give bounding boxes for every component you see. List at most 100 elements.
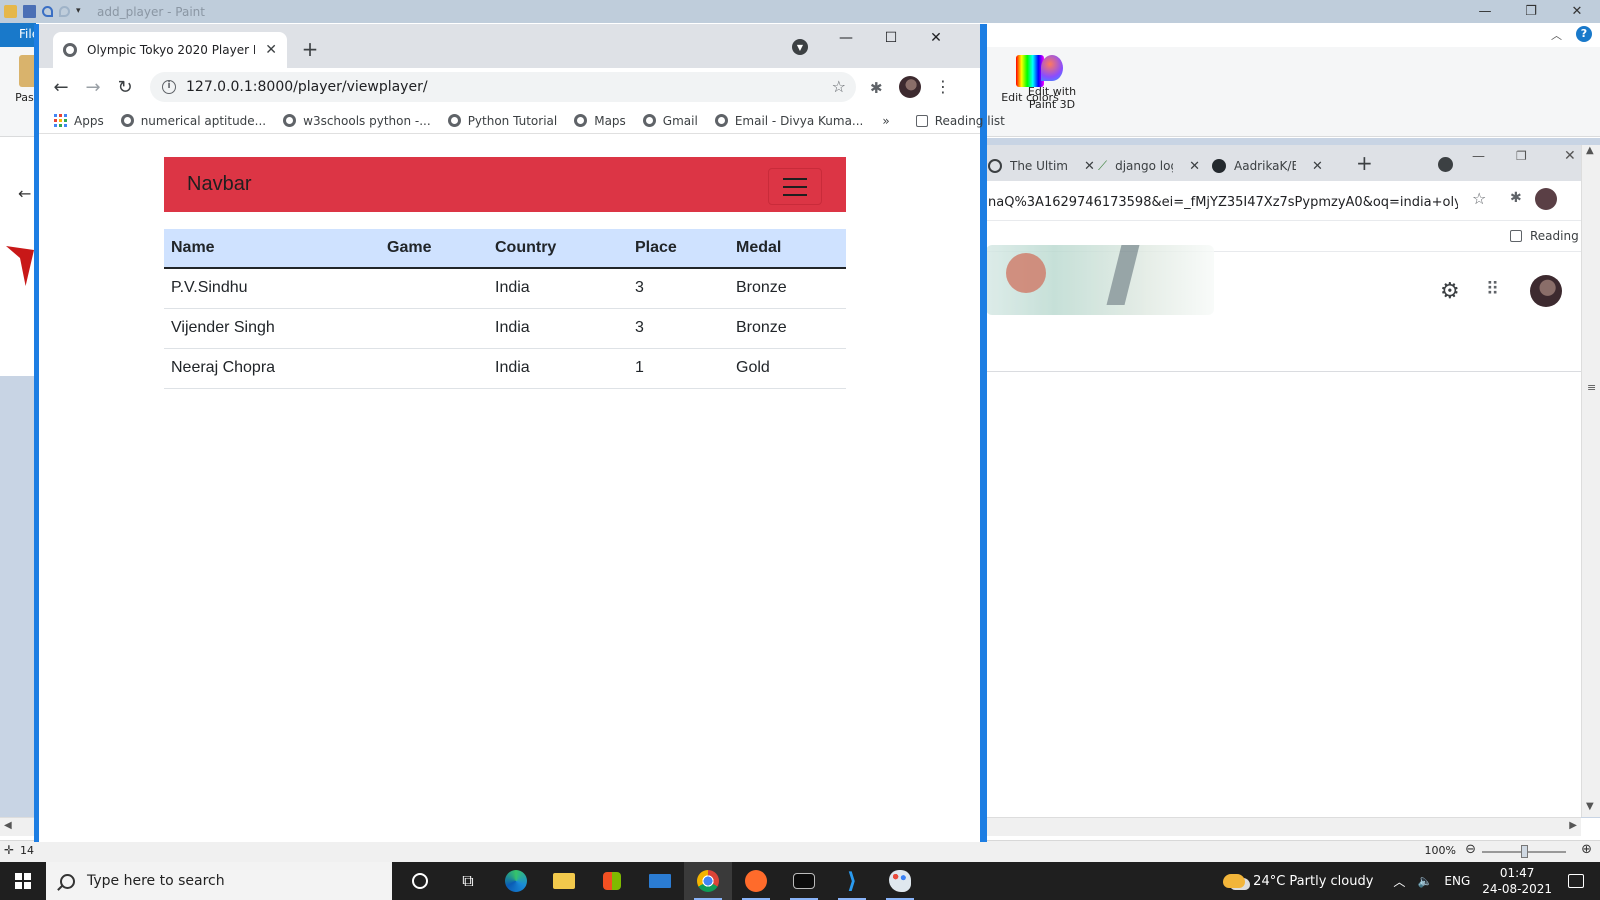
bg-restore-icon[interactable]: ❐ — [1516, 149, 1527, 163]
scroll-left-icon[interactable]: ◀ — [4, 820, 12, 831]
new-tab-icon[interactable]: + — [297, 37, 323, 63]
navbar-toggler-button[interactable] — [768, 168, 822, 205]
zoom-out-button[interactable]: ⊖ — [1465, 842, 1476, 857]
address-bar[interactable]: i 127.0.0.1:8000/player/viewplayer/ ☆ — [150, 72, 856, 102]
bg-profile-avatar[interactable] — [1535, 188, 1557, 210]
paint-minimize-button[interactable]: — — [1462, 0, 1508, 23]
partly-cloudy-icon — [1223, 874, 1246, 888]
reload-icon[interactable]: ↻ — [111, 74, 139, 102]
paint-statusbar: ✛ 14 100% ⊖ ⊕ — [0, 840, 1600, 862]
paint-close-button[interactable]: ✕ — [1554, 0, 1600, 23]
file-explorer-icon[interactable] — [540, 862, 588, 900]
weather-text[interactable]: 24°C Partly cloudy — [1253, 874, 1373, 889]
zoom-in-button[interactable]: ⊕ — [1581, 842, 1592, 857]
zoom-slider-thumb[interactable] — [1521, 845, 1528, 858]
back-arrow-icon: ← — [18, 184, 32, 203]
google-apps-grid-icon[interactable]: ⠿ — [1486, 279, 1499, 300]
maximize-button[interactable]: ☐ — [869, 24, 913, 54]
scroll-grip-icon[interactable]: ≡ — [1587, 381, 1596, 394]
ribbon-collapse-icon[interactable]: ︿ — [1551, 27, 1562, 43]
paint-left-hscroll[interactable]: ◀ — [0, 817, 34, 836]
tab-active[interactable]: Olympic Tokyo 2020 Player List ✕ — [53, 32, 287, 68]
url-text[interactable]: 127.0.0.1:8000/player/viewplayer/ — [186, 79, 428, 95]
minimize-button[interactable]: — — [824, 24, 868, 54]
tray-overflow-chevron-icon[interactable]: ︿ — [1393, 873, 1405, 890]
navbar-brand[interactable]: Navbar — [187, 173, 251, 196]
table-row: Neeraj Chopra India 1 Gold — [164, 348, 846, 389]
cursor-position: 14 — [20, 844, 34, 857]
customize-toolbar-icon[interactable]: ▾ — [76, 5, 89, 18]
bg-tab-label: django log — [1115, 159, 1174, 173]
bg-star-icon[interactable]: ☆ — [1472, 189, 1486, 208]
bg-tab-3[interactable]: AadrikaK/E ✕ — [1204, 151, 1331, 181]
reading-list-icon — [915, 114, 928, 127]
bg-new-tab-icon[interactable]: + — [1356, 151, 1373, 175]
help-icon[interactable]: ? — [1576, 26, 1592, 42]
clock[interactable]: 01:47 24-08-2021 — [1482, 865, 1552, 897]
chrome-taskbar-icon[interactable] — [684, 862, 732, 900]
bg-close-icon[interactable]: ✕ — [1564, 148, 1576, 164]
settings-gear-icon[interactable]: ⚙ — [1440, 279, 1460, 304]
reading-list-button[interactable]: Reading list — [915, 113, 1005, 128]
scroll-down-icon[interactable]: ▼ — [1586, 801, 1594, 812]
bookmark-item[interactable]: Gmail — [642, 114, 698, 128]
bookmark-item[interactable]: Python Tutorial — [447, 114, 557, 128]
paint-taskbar-icon[interactable] — [876, 862, 924, 900]
bookmarks-overflow-chevron-icon[interactable]: » — [882, 114, 889, 128]
save-icon[interactable] — [23, 5, 36, 18]
start-button[interactable] — [0, 862, 46, 900]
site-info-icon[interactable]: i — [162, 80, 176, 94]
bookmark-apps[interactable]: Apps — [54, 114, 104, 128]
bg-account-avatar[interactable] — [1530, 275, 1562, 307]
bookmark-item[interactable]: numerical aptitude... — [120, 113, 267, 128]
bg-tab-2[interactable]: ⟋ django log ✕ — [1090, 151, 1208, 181]
bookmark-item[interactable]: w3schools python -... — [283, 114, 431, 128]
tab-close-icon[interactable]: ✕ — [265, 42, 277, 58]
menu-kebab-icon[interactable]: ⋮ — [935, 76, 951, 98]
bookmarks-bar: Apps numerical aptitude... w3schools pyt… — [39, 108, 1005, 134]
paint-file-tab[interactable]: File — [0, 23, 39, 47]
mail-icon[interactable] — [636, 862, 684, 900]
paint-restore-button[interactable]: ❐ — [1508, 0, 1554, 23]
scroll-up-icon[interactable]: ▲ — [1586, 145, 1594, 156]
scroll-right-icon[interactable]: ▶ — [1569, 820, 1577, 831]
bg-horizontal-scrollbar[interactable]: ▶ — [978, 817, 1581, 836]
bookmark-label: numerical aptitude... — [140, 113, 267, 128]
bg-url-text[interactable]: naQ%3A1629746173598&ei=_fMjYZ35I47Xz7sPy… — [988, 189, 1458, 215]
back-arrow-icon[interactable]: ← — [47, 74, 75, 102]
tab-search-icon[interactable]: ▼ — [792, 39, 808, 55]
bg-vertical-scrollbar[interactable]: ▲ ≡ ▼ — [1581, 145, 1600, 817]
bookmark-star-icon[interactable]: ☆ — [832, 77, 846, 96]
bg-tab-search-icon[interactable] — [1438, 157, 1453, 172]
vscode-icon[interactable]: ⟩ — [828, 862, 876, 900]
bg-tab-close-icon[interactable]: ✕ — [1312, 159, 1323, 174]
bg-minimize-icon[interactable]: — — [1472, 149, 1485, 164]
extensions-puzzle-icon[interactable]: ✱ — [870, 80, 886, 96]
bookmark-item[interactable]: Maps — [574, 114, 626, 128]
language-indicator[interactable]: ENG — [1444, 874, 1470, 888]
taskbar-search-box[interactable]: Type here to search — [46, 862, 392, 900]
redo-icon[interactable] — [59, 6, 70, 17]
task-view-icon[interactable]: ⧉ — [444, 862, 492, 900]
bookmark-item[interactable]: Email - Divya Kuma... — [714, 114, 863, 128]
browser-toolbar: ← → ↻ i 127.0.0.1:8000/player/viewplayer… — [39, 68, 980, 108]
edge-icon[interactable] — [492, 862, 540, 900]
close-window-button[interactable]: ✕ — [914, 24, 958, 54]
store-icon[interactable] — [588, 862, 636, 900]
bg-header-divider — [978, 371, 1600, 372]
terminal-icon[interactable] — [780, 862, 828, 900]
edit-paint3d-button[interactable]: Edit with Paint 3D — [1022, 55, 1082, 111]
bg-tab-close-icon[interactable]: ✕ — [1189, 159, 1200, 174]
cortana-icon[interactable] — [396, 862, 444, 900]
notification-center-icon[interactable] — [1568, 874, 1584, 888]
bg-extensions-icon[interactable]: ✱ — [1510, 190, 1522, 206]
bg-tab-1[interactable]: The Ultima ✕ — [980, 151, 1103, 181]
sublime-icon[interactable] — [732, 862, 780, 900]
profile-avatar[interactable] — [899, 76, 921, 98]
undo-icon[interactable] — [42, 6, 53, 17]
reading-list-label: Reading list — [934, 113, 1005, 128]
task-view-glyph-icon: ⧉ — [462, 871, 474, 890]
google-doodle-image[interactable] — [986, 245, 1214, 315]
forward-arrow-icon[interactable]: → — [79, 74, 107, 102]
volume-icon[interactable]: 🔈 — [1417, 874, 1432, 888]
